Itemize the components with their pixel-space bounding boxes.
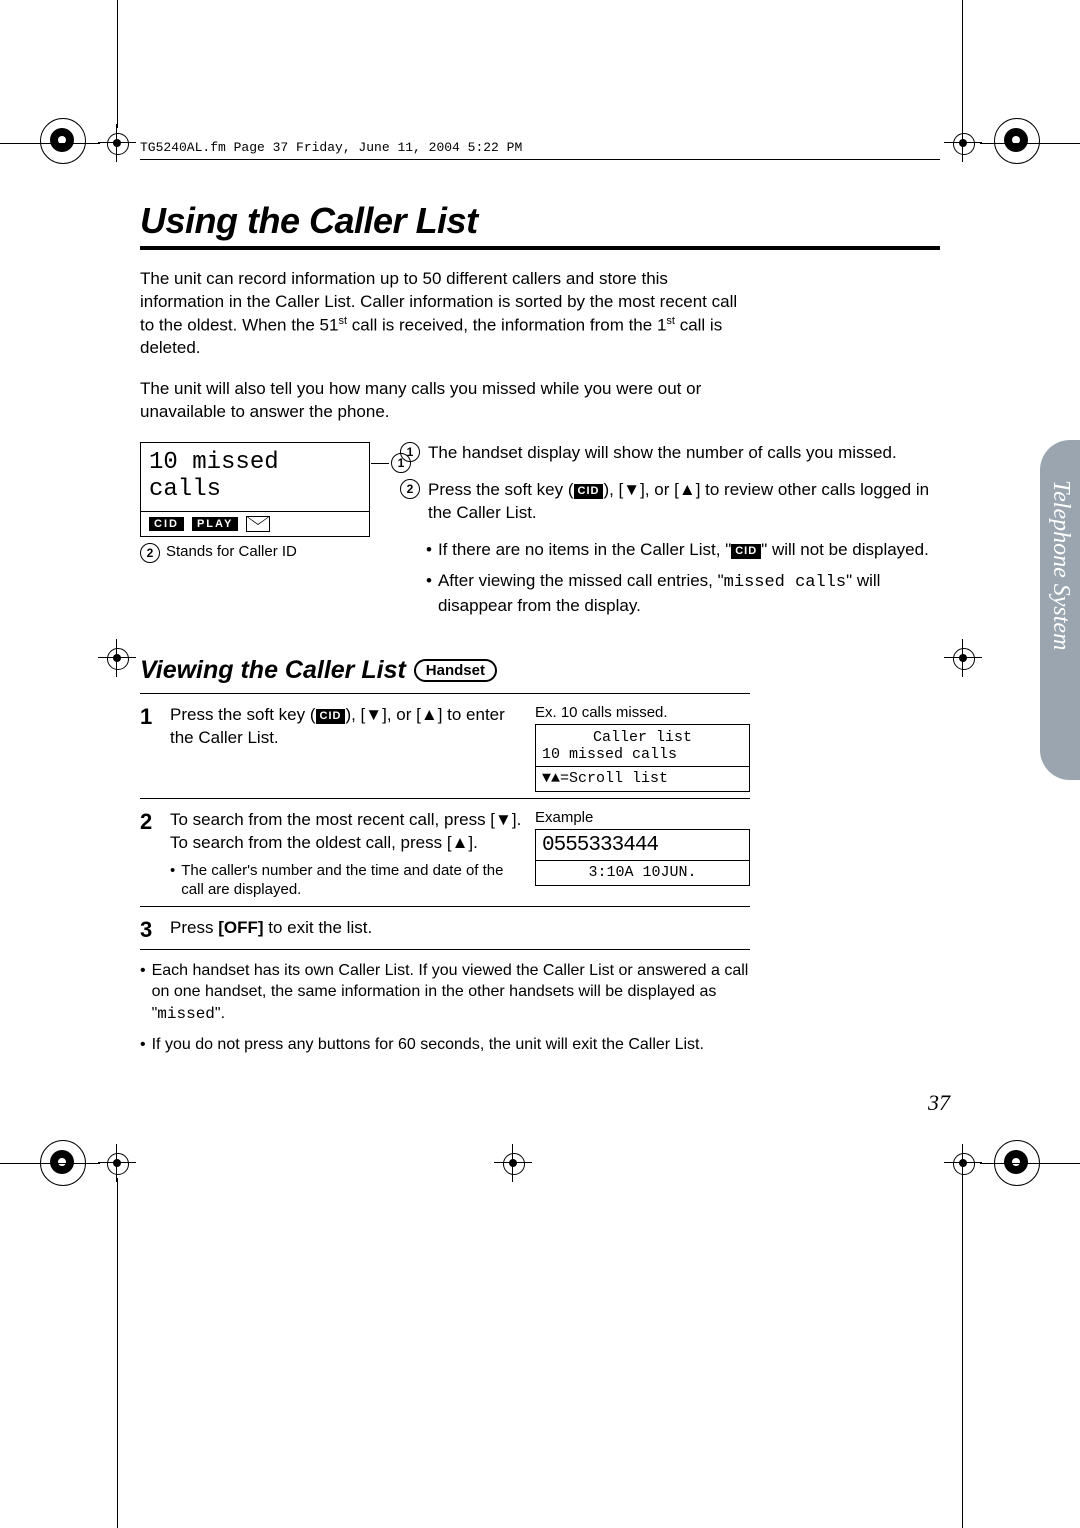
step-rule: [140, 949, 750, 950]
cid-pill-icon: CID: [731, 544, 761, 559]
note-1: • Each handset has its own Caller List. …: [140, 960, 750, 1026]
circled-2-icon: 2: [400, 479, 420, 499]
down-arrow-icon: ▼: [495, 810, 512, 829]
page-number: 37: [928, 1090, 950, 1116]
down-arrow-icon: ▼: [623, 480, 640, 499]
crop-line: [962, 0, 963, 128]
crop-mark: [950, 130, 976, 156]
intro-paragraph-1: The unit can record information up to 50…: [140, 268, 750, 360]
crop-mark: [950, 645, 976, 671]
note-2: • If you do not press any buttons for 60…: [140, 1034, 750, 1056]
title-rule: [140, 246, 940, 250]
cid-softkey-label: CID: [149, 517, 184, 531]
registration-mark: [994, 118, 1040, 164]
step-1: 1 Press the soft key (CID), [▼], or [▲] …: [140, 704, 750, 792]
crop-line: [980, 1163, 1080, 1164]
crop-mark: [500, 1150, 526, 1176]
lcd-example-box-2: 0555333444 3:10A 10JUN.: [535, 829, 750, 886]
lcd-display-illustration: 10 missed calls 1 CID PLAY: [140, 442, 370, 537]
lcd-missed-calls-text: 10 missed calls: [149, 449, 361, 503]
intro-paragraph-2: The unit will also tell you how many cal…: [140, 378, 750, 424]
up-arrow-icon: ▲: [421, 705, 438, 724]
section-rule: [140, 693, 750, 694]
step-2-bullet: •The caller's number and the time and da…: [170, 861, 523, 900]
step-rule: [140, 906, 750, 907]
description-item-1: 1 The handset display will show the numb…: [400, 442, 940, 465]
crop-mark: [104, 130, 130, 156]
crop-mark: [104, 645, 130, 671]
running-header: TG5240AL.fm Page 37 Friday, June 11, 200…: [140, 140, 940, 160]
crop-line: [0, 143, 100, 144]
crop-line: [117, 1178, 118, 1528]
crop-mark: [950, 1150, 976, 1176]
handset-badge: Handset: [414, 659, 497, 682]
side-tab-label: Telephone System: [1041, 460, 1080, 670]
lcd-example-box-1: Caller list 10 missed calls ▼▲=Scroll li…: [535, 724, 750, 792]
crop-mark: [104, 1150, 130, 1176]
play-softkey-label: PLAY: [192, 517, 238, 531]
description-bullet-1: • If there are no items in the Caller Li…: [426, 539, 940, 562]
example-label: Ex. 10 calls missed.: [535, 704, 750, 721]
description-item-2: 2 Press the soft key (CID), [▼], or [▲] …: [400, 479, 940, 525]
callout-2-caption: 2 Stands for Caller ID: [140, 543, 370, 563]
description-bullet-2: • After viewing the missed call entries,…: [426, 570, 940, 618]
step-3: 3 Press [OFF] to exit the list.: [140, 917, 750, 943]
example-label: Example: [535, 809, 750, 826]
down-arrow-icon: ▼: [365, 705, 382, 724]
registration-mark: [40, 118, 86, 164]
up-arrow-icon: ▲: [551, 770, 560, 787]
crop-line: [980, 143, 1080, 144]
crop-line: [962, 1178, 963, 1528]
envelope-icon: [246, 516, 270, 532]
step-rule: [140, 798, 750, 799]
crop-line: [117, 0, 118, 128]
section-heading: Viewing the Caller List Handset: [140, 656, 940, 685]
circled-2-icon: 2: [140, 543, 160, 563]
cid-pill-icon: CID: [316, 709, 346, 724]
step-2: 2 To search from the most recent call, p…: [140, 809, 750, 900]
down-arrow-icon: ▼: [542, 770, 551, 787]
crop-line: [0, 1163, 100, 1164]
up-arrow-icon: ▲: [679, 480, 696, 499]
page-title: Using the Caller List: [140, 200, 940, 242]
callout-1: 1: [371, 453, 411, 473]
up-arrow-icon: ▲: [452, 833, 469, 852]
cid-pill-icon: CID: [574, 484, 604, 499]
